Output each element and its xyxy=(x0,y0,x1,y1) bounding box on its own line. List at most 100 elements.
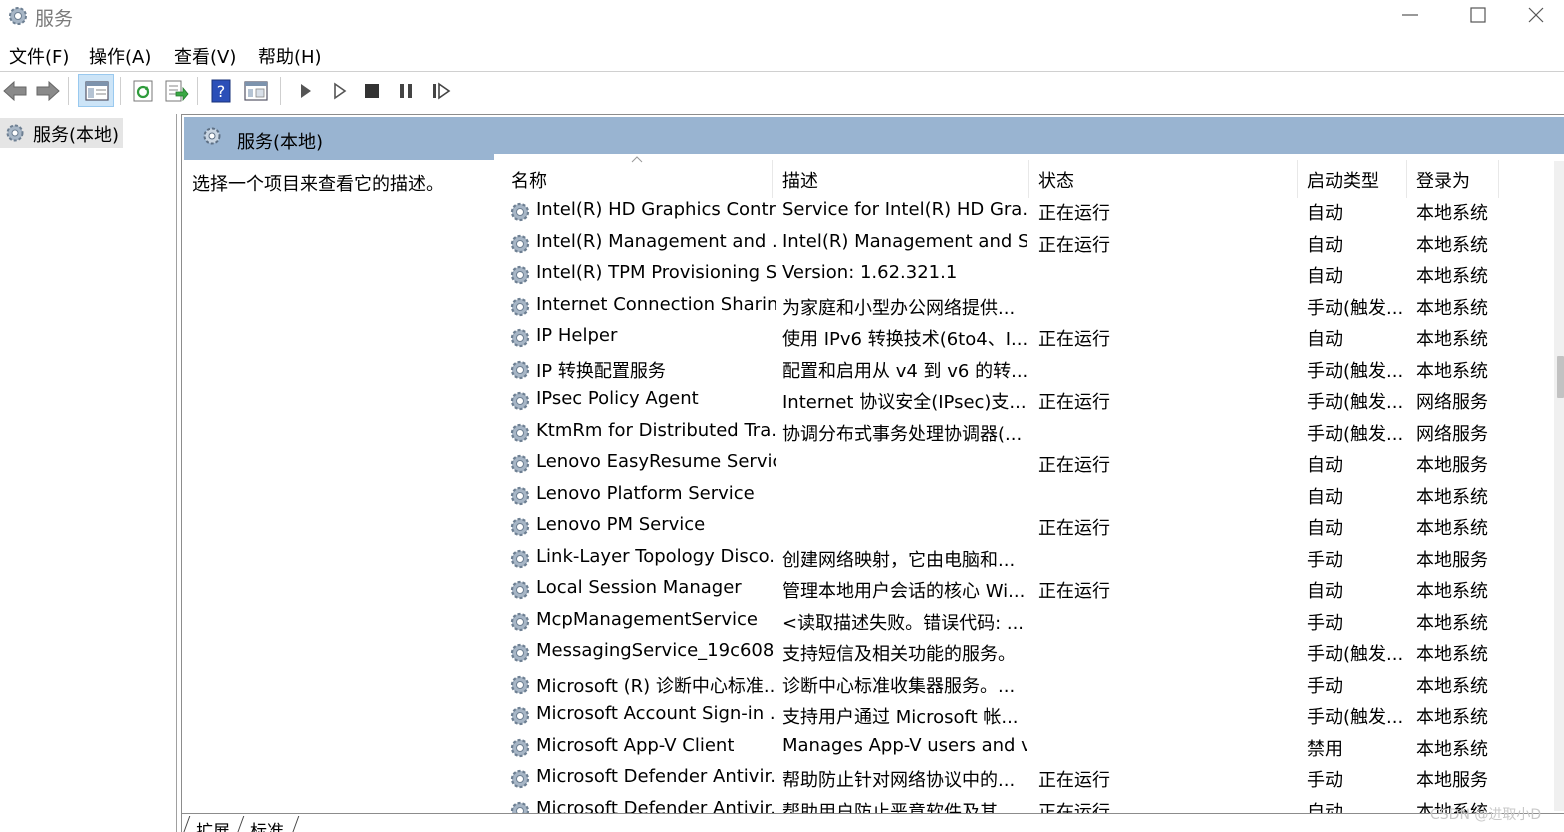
tab-separator xyxy=(291,816,300,832)
maximize-button[interactable] xyxy=(1448,0,1508,34)
table-row[interactable]: Microsoft App-V Client Manages App-V user… xyxy=(504,733,1544,764)
table-row[interactable]: Microsoft Account Sign-in ... 支持用户通过 Micr… xyxy=(504,701,1544,732)
cell-startup-type: 自动 xyxy=(1307,518,1343,539)
cell-log-on-as: 本地系统 xyxy=(1416,486,1488,508)
cell-startup-type: 手动(触发... xyxy=(1307,360,1404,382)
cell-description: 支持短信及相关功能的服务。 xyxy=(782,644,1016,665)
column-divider[interactable] xyxy=(1297,160,1298,198)
help-icon[interactable]: ? xyxy=(208,78,234,104)
cell-name: Intel(R) TPM Provisioning S... xyxy=(536,262,776,283)
table-row[interactable]: IP Helper 使用 IPv6 转换技术(6to4、I... 正在运行 自动 本地系… xyxy=(504,323,1544,354)
service-gear-icon xyxy=(510,454,530,474)
tree-item-services-local[interactable]: 服务(本地) xyxy=(0,118,123,148)
menu-view[interactable]: 查看(V) xyxy=(174,43,236,69)
forward-arrow-icon[interactable] xyxy=(35,78,61,104)
column-header-startup-type[interactable]: 启动类型 xyxy=(1307,167,1379,193)
column-header-log-on-as[interactable]: 登录为 xyxy=(1416,167,1470,193)
table-row[interactable]: Lenovo EasyResume Service 正在运行 自动 本地服务 xyxy=(504,449,1544,480)
export-list-icon[interactable] xyxy=(163,78,189,104)
table-row[interactable]: Intel(R) HD Graphics Contr... Service for… xyxy=(504,197,1544,228)
table-row[interactable]: KtmRm for Distributed Tra... 协调分布式事务处理协调器… xyxy=(504,418,1544,449)
table-row[interactable]: Internet Connection Sharin... 为家庭和小型办公网络提… xyxy=(504,292,1544,323)
restart-service-icon[interactable] xyxy=(428,78,454,104)
table-row[interactable]: Intel(R) Management and ... Intel(R) Mana… xyxy=(504,229,1544,260)
cell-name: Microsoft Defender Antivir... xyxy=(536,766,776,787)
cell-description: 支持用户通过 Microsoft 帐... xyxy=(782,707,1019,728)
cell-status: 正在运行 xyxy=(1038,581,1110,602)
cell-description: Intel(R) Management and S... xyxy=(782,230,1027,252)
table-row[interactable]: Microsoft (R) 诊断中心标准... 诊断中心标准收集器服务。... 手动… xyxy=(504,670,1544,701)
column-divider[interactable] xyxy=(1028,160,1029,198)
cell-startup-type: 手动(触发... xyxy=(1307,423,1404,445)
column-divider[interactable] xyxy=(1406,160,1407,198)
cell-name: Lenovo PM Service xyxy=(536,514,706,535)
cell-startup-type: 自动 xyxy=(1307,581,1343,602)
cell-log-on-as: 本地系统 xyxy=(1416,266,1488,287)
column-divider[interactable] xyxy=(1498,160,1499,198)
table-row[interactable]: IPsec Policy Agent Internet 协议安全(IPsec)支.… xyxy=(504,386,1544,417)
cell-log-on-as: 本地系统 xyxy=(1416,675,1488,697)
services-gear-icon xyxy=(203,127,221,145)
column-header-name[interactable]: 名称 xyxy=(511,167,547,193)
service-gear-icon xyxy=(510,297,530,316)
cell-log-on-as: 网络服务 xyxy=(1416,423,1488,445)
table-row[interactable]: Link-Layer Topology Disco... 创建网络映射，它由电脑和… xyxy=(504,544,1544,575)
start-service-alt-icon[interactable] xyxy=(327,78,353,104)
minimize-button[interactable] xyxy=(1380,0,1440,34)
close-button[interactable] xyxy=(1506,0,1564,34)
menu-action[interactable]: 操作(A) xyxy=(89,43,151,69)
console-tree-pane: 服务(本地) xyxy=(0,114,177,832)
cell-name: IP Helper xyxy=(536,325,618,346)
column-header-description[interactable]: 描述 xyxy=(782,167,818,193)
back-arrow-icon[interactable] xyxy=(2,78,28,104)
service-gear-icon xyxy=(510,265,530,285)
cell-log-on-as: 本地系统 xyxy=(1416,297,1488,319)
pause-service-icon[interactable] xyxy=(393,78,419,104)
cell-name: Microsoft (R) 诊断中心标准... xyxy=(536,675,776,697)
cell-log-on-as: 本地系统 xyxy=(1416,581,1488,602)
service-gear-icon xyxy=(510,202,530,222)
table-row[interactable]: Local Session Manager 管理本地用户会话的核心 Wi... 正在… xyxy=(504,575,1544,606)
cell-log-on-as: 本地系统 xyxy=(1416,644,1488,665)
table-row[interactable]: McpManagementService <读取描述失败。错误代码: ... 手动 本… xyxy=(504,607,1544,638)
tab-standard[interactable]: 标准 xyxy=(250,817,284,832)
start-service-icon[interactable] xyxy=(293,78,319,104)
service-gear-icon xyxy=(510,517,530,537)
cell-startup-type: 自动 xyxy=(1307,203,1343,224)
table-row[interactable]: Lenovo Platform Service 自动 本地系统 xyxy=(504,481,1544,512)
cell-description: Manages App-V users and v... xyxy=(782,734,1027,756)
service-gear-icon xyxy=(510,328,530,348)
menu-file[interactable]: 文件(F) xyxy=(9,43,69,69)
cell-description: 配置和启用从 v4 到 v6 的转... xyxy=(782,360,1027,382)
minimize-icon xyxy=(1402,14,1418,16)
scrollbar-thumb[interactable] xyxy=(1557,356,1564,398)
menu-help[interactable]: 帮助(H) xyxy=(258,43,322,69)
refresh-icon[interactable] xyxy=(130,78,156,104)
table-row[interactable]: Lenovo PM Service 正在运行 自动 本地系统 xyxy=(504,512,1544,543)
vertical-scrollbar[interactable] xyxy=(1554,161,1564,811)
table-row[interactable]: Microsoft Defender Antivir... 帮助防止针对网络协议中… xyxy=(504,764,1544,795)
service-gear-icon xyxy=(510,360,530,379)
cell-name: Microsoft Account Sign-in ... xyxy=(536,703,776,724)
cell-name: Intel(R) HD Graphics Contr... xyxy=(536,199,776,220)
cell-startup-type: 手动(触发... xyxy=(1307,392,1404,413)
services-gear-icon xyxy=(6,124,24,142)
cell-log-on-as: 本地系统 xyxy=(1416,707,1488,728)
panel-header-tab xyxy=(184,154,494,160)
stop-service-icon[interactable] xyxy=(359,78,385,104)
column-divider[interactable] xyxy=(772,160,773,198)
table-row[interactable]: MessagingService_19c608 支持短信及相关功能的服务。 手动(触… xyxy=(504,638,1544,669)
service-gear-icon xyxy=(510,549,530,568)
table-row[interactable]: Intel(R) TPM Provisioning S... Version: 1… xyxy=(504,260,1544,291)
cell-name: Microsoft App-V Client xyxy=(536,734,735,756)
service-gear-icon xyxy=(510,738,530,757)
column-header-status[interactable]: 状态 xyxy=(1038,167,1074,193)
cell-status: 正在运行 xyxy=(1038,770,1110,791)
toolbar-separator xyxy=(120,77,121,105)
table-row[interactable]: IP 转换配置服务 配置和启用从 v4 到 v6 的转... 手动(触发... 本地系… xyxy=(504,355,1544,386)
properties-icon[interactable] xyxy=(243,78,269,104)
tab-extended[interactable]: 扩展 xyxy=(196,817,230,832)
cell-log-on-as: 本地系统 xyxy=(1416,203,1488,224)
service-gear-icon xyxy=(510,391,530,411)
toolbar-separator xyxy=(280,77,281,105)
